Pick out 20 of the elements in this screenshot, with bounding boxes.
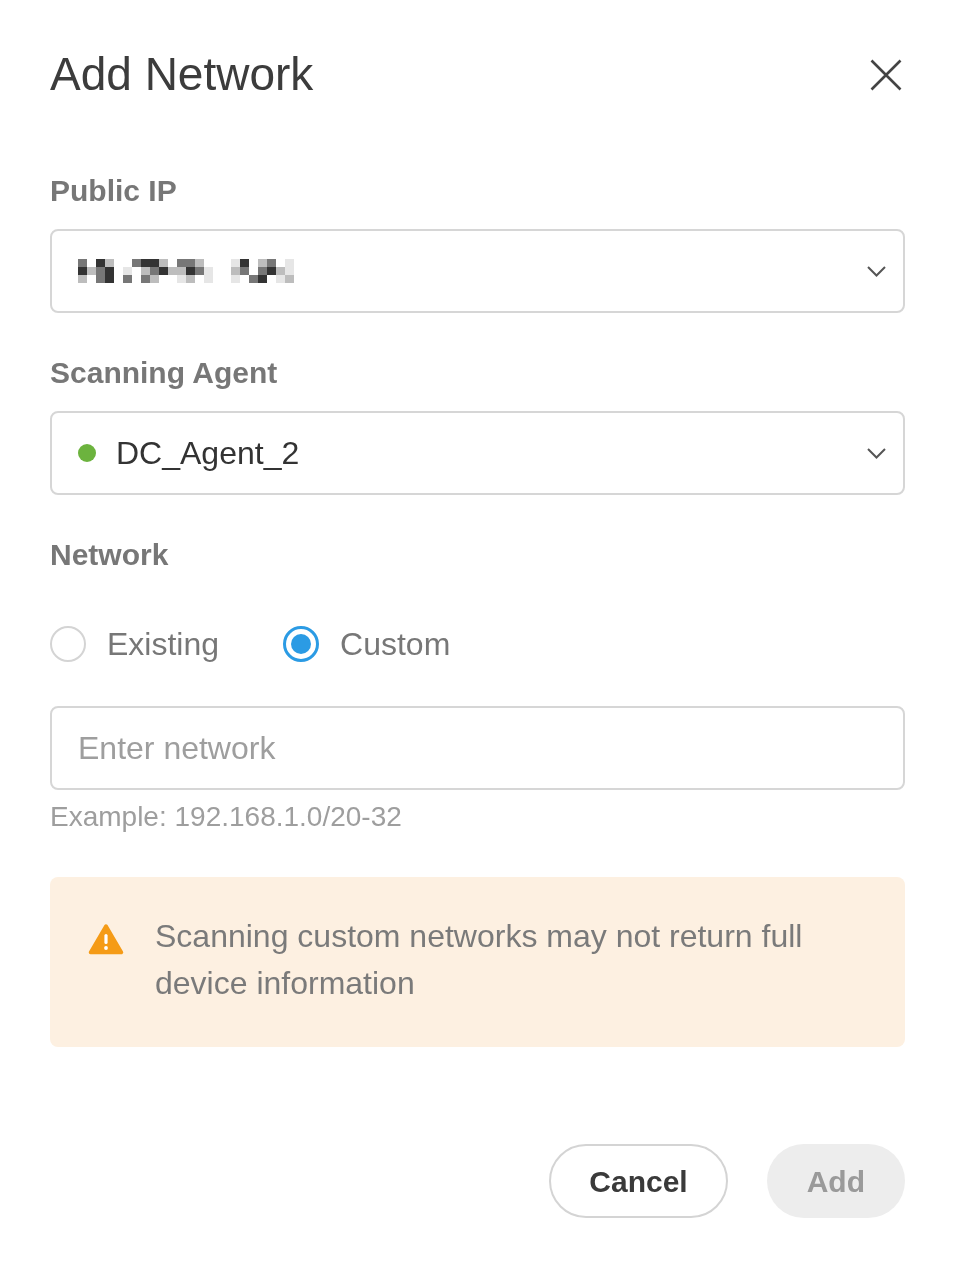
- alert-message: Scanning custom networks may not return full device information: [155, 917, 804, 1003]
- field-label: Scanning Agent: [50, 355, 278, 391]
- select-value: DC_Agent_2: [116, 434, 300, 473]
- cancel-button[interactable]: Cancel: [549, 1144, 728, 1218]
- radio-label[interactable]: Existing: [107, 626, 220, 662]
- network-input-field[interactable]: Enter network: [50, 706, 905, 790]
- select-field[interactable]: DC_Agent_2: [50, 411, 905, 495]
- radio-button[interactable]: [283, 626, 320, 662]
- radio-label[interactable]: Custom: [340, 626, 451, 662]
- field-label: Network: [50, 537, 169, 573]
- select-field[interactable]: [50, 229, 905, 313]
- field-label: Public IP: [50, 173, 177, 209]
- chevron-down-icon: [867, 447, 886, 459]
- close-icon: [870, 58, 902, 91]
- hint-text: Example: 192.168.1.0/20-32: [50, 801, 402, 833]
- warning-icon: [88, 923, 124, 955]
- dialog-title: Add Network: [50, 48, 314, 101]
- radio-button[interactable]: [50, 626, 86, 662]
- chevron-down-icon: [867, 265, 886, 277]
- close-button[interactable]: [870, 58, 902, 91]
